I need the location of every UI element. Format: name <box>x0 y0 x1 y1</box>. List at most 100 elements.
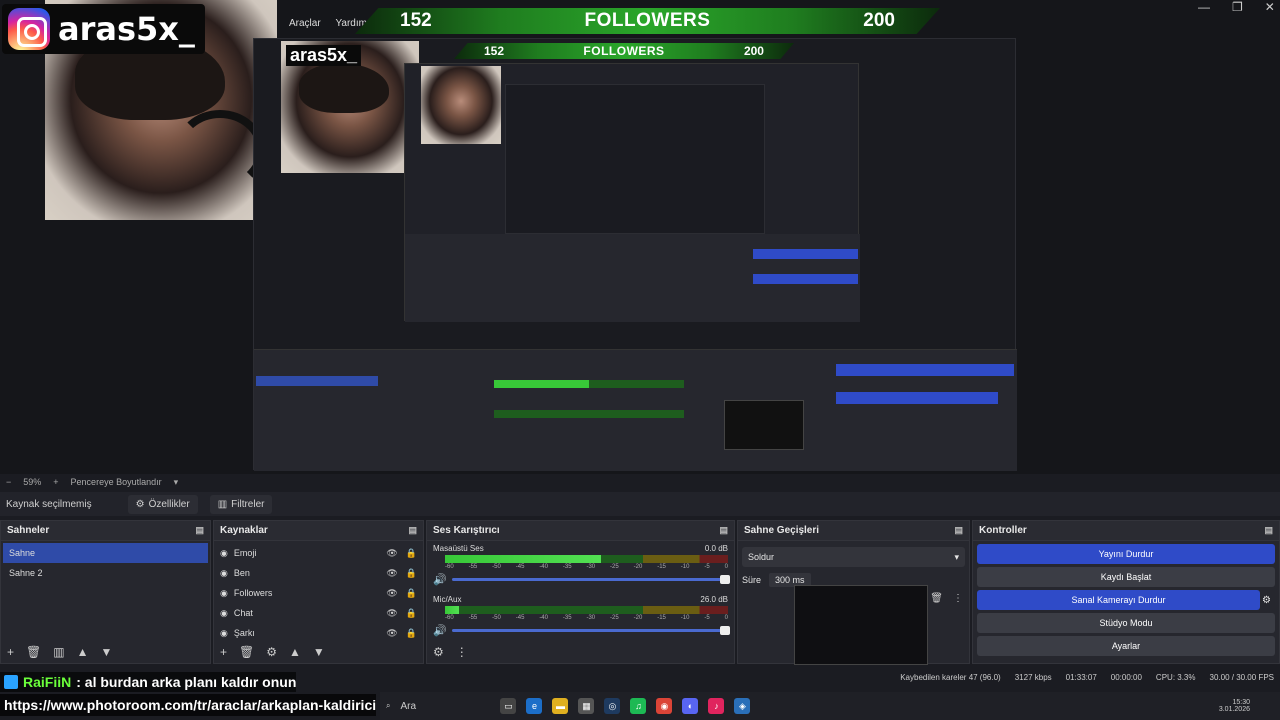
clock-time: 15:30 <box>1232 699 1250 706</box>
scenes-title: Sahneler <box>7 525 50 536</box>
folder-icon[interactable]: ▬ <box>552 698 569 714</box>
chat-text: : al burdan arka planı kaldır onun <box>76 674 297 690</box>
start-recording-button[interactable]: Kaydı Başlat <box>977 567 1275 587</box>
stop-virtual-camera-button[interactable]: Sanal Kamerayı Durdur <box>977 590 1261 610</box>
chevron-down-icon[interactable]: ▾ <box>174 477 179 488</box>
source-row[interactable]: ◉ Followers 👁 🔒 <box>214 583 423 603</box>
window-controls: — ❐ ✕ <box>1198 0 1275 14</box>
controls-dock: Kontroller ▤ Yayını Durdur Kaydı Başlat S… <box>972 520 1280 664</box>
speaker-icon[interactable]: 🔊 <box>433 624 447 637</box>
eye-icon[interactable]: 👁 <box>386 548 397 559</box>
source-icon: ◉ <box>220 607 228 618</box>
dock-menu-icon[interactable]: ▤ <box>1264 525 1273 536</box>
scale-tick: -60 <box>445 615 454 621</box>
scene-item[interactable]: Sahne 2 <box>3 563 208 583</box>
dock-menu-icon[interactable]: ▤ <box>719 525 728 536</box>
instagram-overlay: aras5x_ <box>2 4 205 54</box>
trash-icon[interactable]: 🗑 <box>26 645 41 659</box>
scale-tick: -10 <box>680 564 690 570</box>
duration-label: Süre <box>742 575 762 585</box>
scale-tick: -25 <box>610 615 619 621</box>
scenes-toolbar: + 🗑 ▥ ▲ ▼ <box>7 645 112 659</box>
minimize-icon[interactable]: — <box>1198 0 1210 14</box>
edge-icon[interactable]: e <box>526 698 543 714</box>
eye-icon[interactable]: 👁 <box>386 608 397 619</box>
restore-icon[interactable]: ❐ <box>1232 0 1243 14</box>
eye-icon[interactable]: 👁 <box>386 588 397 599</box>
scale-tick: -5 <box>704 615 710 621</box>
lock-icon[interactable]: 🔒 <box>406 628 417 639</box>
meter-scale: -60 -55 -50 -45 -40 -35 -30 -25 -20 -15 -10 -5 0 <box>445 564 728 570</box>
discord-icon[interactable]: ◐ <box>682 698 699 714</box>
source-icon: ◉ <box>220 587 228 598</box>
arrow-down-icon[interactable]: ▼ <box>100 645 112 659</box>
dock-menu-icon[interactable]: ▤ <box>954 525 963 536</box>
gear-icon[interactable]: ⚙ <box>266 645 277 659</box>
followers-goal: 200 <box>863 10 895 31</box>
close-icon[interactable]: ✕ <box>1265 0 1275 14</box>
trash-icon[interactable]: 🗑 <box>930 593 943 604</box>
meter-fill-0 <box>445 555 601 563</box>
scale-tick: -45 <box>515 615 525 621</box>
scale-tick: -55 <box>468 615 478 621</box>
gear-icon[interactable]: ⚙ <box>1262 595 1271 606</box>
zoom-out-button[interactable]: − <box>6 477 11 487</box>
scale-tick: -60 <box>445 564 454 570</box>
dock-menu-icon[interactable]: ▤ <box>408 525 417 536</box>
lock-icon[interactable]: 🔒 <box>406 548 417 559</box>
source-row[interactable]: ◉ Şarkı 👁 🔒 <box>214 623 423 643</box>
store-icon[interactable]: ▦ <box>578 698 595 714</box>
fit-window-dropdown[interactable]: Pencereye Boyutlandır <box>71 477 162 487</box>
spotify-icon[interactable]: ♫ <box>630 698 647 714</box>
dock-menu-icon[interactable]: ▤ <box>195 525 204 536</box>
chevron-down-icon: ▾ <box>954 551 959 562</box>
source-row[interactable]: ◉ Chat 👁 🔒 <box>214 603 423 623</box>
meter-fill-1 <box>445 606 460 614</box>
transition-select[interactable]: Soldur ▾ <box>742 547 965 567</box>
volume-slider[interactable] <box>451 575 730 584</box>
settings-button[interactable]: Ayarlar <box>977 636 1275 656</box>
audio-meter <box>445 606 728 614</box>
mixer-toolbar: ⚙ ⋮ <box>433 645 468 659</box>
lock-icon[interactable]: 🔒 <box>406 568 417 579</box>
speaker-icon[interactable]: 🔊 <box>433 573 447 586</box>
lock-icon[interactable]: 🔒 <box>406 588 417 599</box>
add-icon[interactable]: + <box>7 645 14 659</box>
mixer-channel: Masaüstü Ses 0.0 dB -60 -55 -50 -45 -40 -35 -30… <box>433 544 730 586</box>
source-row[interactable]: ◉ Ben 👁 🔒 <box>214 563 423 583</box>
filters-button[interactable]: ▥ Filtreler <box>209 494 273 514</box>
menu-item-tools[interactable]: Araçlar <box>289 18 321 29</box>
trash-icon[interactable]: 🗑 <box>239 645 254 659</box>
more-icon[interactable]: ⋮ <box>953 593 963 604</box>
add-icon[interactable]: + <box>220 645 227 659</box>
chrome-icon[interactable]: ◉ <box>656 698 673 714</box>
scale-tick: -20 <box>633 615 643 621</box>
meter-scale: -60 -55 -50 -45 -40 -35 -30 -25 -20 -15 -10 -5 0 <box>445 615 728 621</box>
arrow-up-icon[interactable]: ▲ <box>77 645 89 659</box>
search-icon[interactable]: ⌕ <box>386 701 390 711</box>
tiktok-icon[interactable]: ♪ <box>708 698 725 714</box>
windows-taskbar: ⌕ Ara ▭ e ▬ ▦ ◎ ♫ ◉ ◐ ♪ ◈ 15:30 3.01.202… <box>380 692 1280 720</box>
record-time: 00:00:00 <box>1110 672 1142 682</box>
eye-icon[interactable]: 👁 <box>386 628 397 639</box>
studio-mode-button[interactable]: Stüdyo Modu <box>977 613 1275 633</box>
stop-stream-button[interactable]: Yayını Durdur <box>977 544 1275 564</box>
volume-slider[interactable] <box>451 626 730 635</box>
zoom-in-button[interactable]: + <box>53 477 58 487</box>
eye-icon[interactable]: 👁 <box>386 568 397 579</box>
task-view-icon[interactable]: ▭ <box>500 698 517 714</box>
scale-tick: -20 <box>633 564 643 570</box>
filter-icon[interactable]: ▥ <box>53 645 64 659</box>
more-icon[interactable]: ⋮ <box>456 645 468 659</box>
app-icon[interactable]: ◈ <box>734 698 751 714</box>
scene-item[interactable]: Sahne <box>3 543 208 563</box>
lock-icon[interactable]: 🔒 <box>406 608 417 619</box>
arrow-down-icon[interactable]: ▼ <box>313 645 325 659</box>
arrow-up-icon[interactable]: ▲ <box>289 645 301 659</box>
properties-button[interactable]: ⚙ Özellikler <box>127 494 198 514</box>
steam-icon[interactable]: ◎ <box>604 698 621 714</box>
source-row[interactable]: ◉ Emoji 👁 🔒 <box>214 543 423 563</box>
taskbar-search[interactable]: Ara <box>400 701 490 712</box>
scale-tick: -5 <box>704 564 710 570</box>
gear-icon[interactable]: ⚙ <box>433 645 444 659</box>
